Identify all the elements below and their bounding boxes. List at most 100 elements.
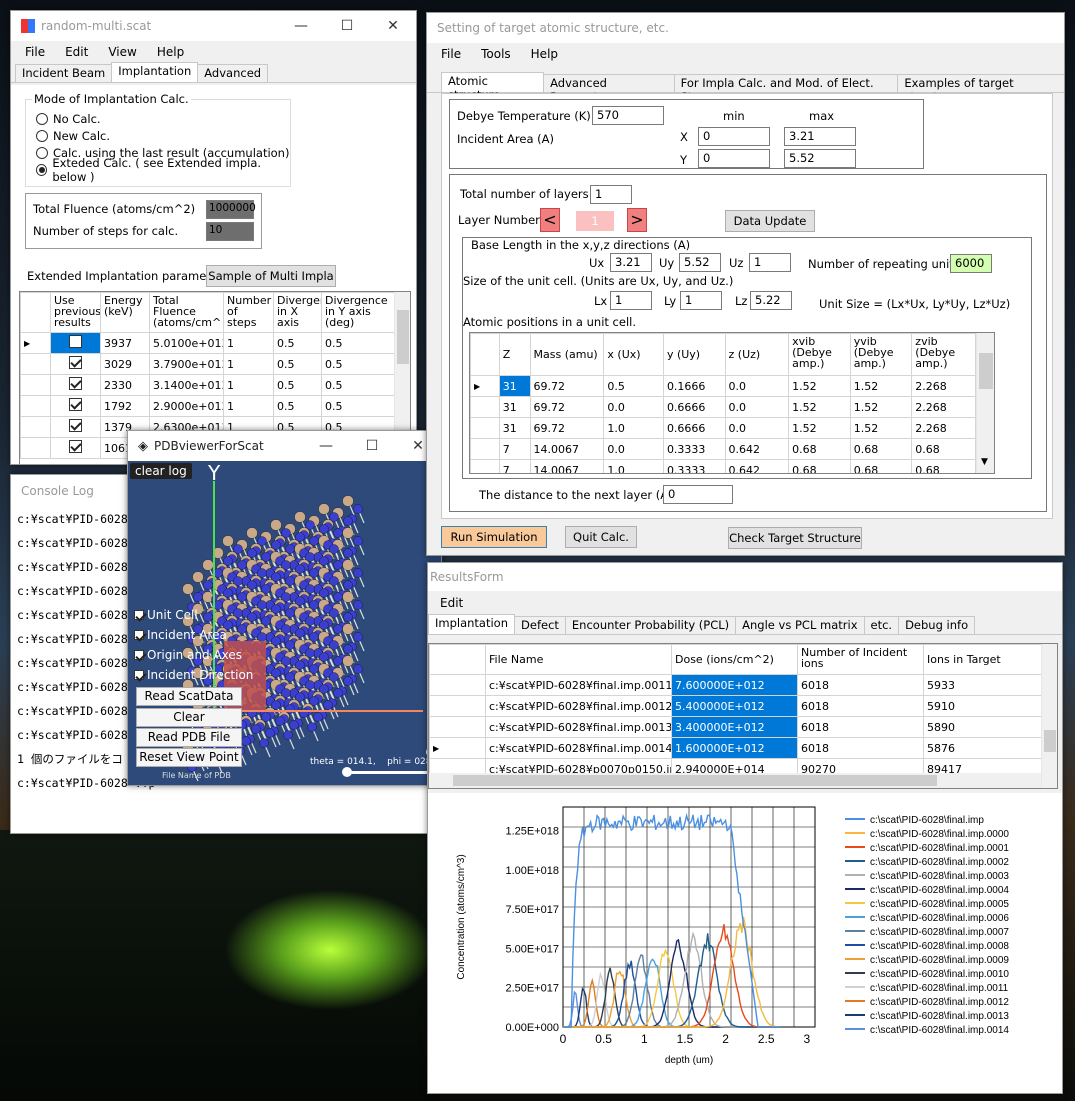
atoms-scrollbar[interactable]: ▼ — [976, 333, 994, 473]
row-header[interactable]: ▶ — [429, 737, 486, 759]
checkbox[interactable] — [134, 610, 144, 620]
maximize-icon[interactable]: ☐ — [349, 438, 395, 454]
check-incident-direction[interactable]: Incident Direction — [134, 665, 253, 685]
atom-cell[interactable]: 0.3333 — [662, 438, 726, 460]
quit-calc-button[interactable]: Quit Calc. — [565, 526, 637, 548]
result-cell[interactable]: 5933 — [923, 674, 1042, 696]
row-header[interactable] — [429, 674, 486, 696]
atom-cell[interactable]: 0.642 — [724, 438, 790, 460]
atom-cell[interactable]: 0.6666 — [662, 417, 726, 439]
ux-input[interactable]: 3.21 — [610, 253, 652, 272]
result-cell[interactable]: 7.600000E+012 — [671, 674, 798, 696]
menu-help[interactable]: Help — [147, 45, 194, 59]
tab-impla-calc[interactable]: For Impla Calc. and Mod. of Elect. Stop. — [673, 74, 899, 104]
atom-cell[interactable]: 1.0 — [603, 417, 664, 439]
col-ions-target[interactable]: Ions in Target — [923, 644, 1042, 675]
col-div-x[interactable]: Divergen in X axis — [273, 292, 322, 333]
atom-cell[interactable]: 1.52 — [788, 375, 851, 397]
col-y[interactable]: y (Uy) — [662, 333, 726, 376]
atom-cell[interactable]: 14.0067 — [529, 438, 605, 460]
reset-view-button[interactable]: Reset View Point — [136, 748, 242, 767]
menu-file[interactable]: File — [431, 47, 471, 61]
atom-cell[interactable]: 0.68 — [849, 438, 913, 460]
tab-incident-beam[interactable]: Incident Beam — [15, 64, 113, 82]
horizontal-slider[interactable] — [344, 771, 436, 774]
cell-fluence[interactable]: 5.0100e+013 — [149, 332, 224, 354]
steps-input[interactable]: 10 — [206, 222, 254, 241]
atom-cell[interactable]: 14.0067 — [529, 459, 605, 473]
col-div-y[interactable]: Divergence in Y axis (deg) — [321, 292, 399, 333]
check-incident-area[interactable]: Incident Area — [134, 625, 253, 645]
atom-cell[interactable]: 0.0 — [724, 375, 790, 397]
atom-cell[interactable]: 7 — [498, 438, 531, 460]
table-row[interactable]: 3029 3.7900e+013 1 0.5 0.5 — [20, 353, 399, 375]
row-header[interactable] — [470, 438, 500, 460]
checkbox[interactable] — [134, 630, 144, 640]
result-row[interactable]: c:¥scat¥PID-6028¥final.imp.0012 5.400000E… — [429, 695, 1042, 717]
minimize-icon[interactable]: — — [303, 438, 349, 454]
atom-cell[interactable]: 2.268 — [911, 396, 976, 418]
scroll-down-icon[interactable]: ▼ — [981, 457, 988, 467]
cell-dx[interactable]: 0.5 — [273, 332, 322, 354]
checkbox[interactable] — [134, 650, 144, 660]
result-row[interactable]: c:¥scat¥PID-6028¥final.imp.0011 7.600000E… — [429, 674, 1042, 696]
menu-file[interactable]: File — [15, 45, 55, 59]
result-cell[interactable]: 6018 — [797, 674, 924, 696]
table-row[interactable]: ▶ 3937 5.0100e+013 1 0.5 0.5 — [20, 332, 399, 354]
cell-dy[interactable]: 0.5 — [321, 353, 399, 375]
col-steps[interactable]: Number of steps — [223, 292, 274, 333]
cell-steps[interactable]: 1 — [223, 332, 274, 354]
radio-new-calc[interactable]: New Calc. — [36, 127, 290, 144]
col-zvib[interactable]: zvib (Debye amp.) — [911, 333, 976, 376]
atom-cell[interactable]: 1.52 — [849, 396, 913, 418]
atom-cell[interactable]: 0.5 — [603, 375, 664, 397]
cell-dx[interactable]: 0.5 — [273, 374, 322, 396]
fluence-input[interactable]: 1000000 — [206, 200, 256, 219]
menu-help[interactable]: Help — [521, 47, 568, 61]
tab-debug[interactable]: Debug info — [898, 616, 976, 634]
row-header[interactable]: ▶ — [20, 332, 51, 354]
atom-cell[interactable]: 1.0 — [603, 459, 664, 473]
row-header[interactable] — [20, 353, 51, 375]
tab-implantation[interactable]: Implantation — [428, 614, 516, 634]
tab-advanced-params[interactable]: Advanced Parameters — [543, 74, 675, 104]
result-cell[interactable]: 6018 — [797, 737, 924, 759]
row-header[interactable]: ▶ — [470, 375, 500, 397]
use-previous-cell[interactable] — [50, 395, 101, 417]
results-titlebar[interactable]: ResultsForm — [428, 563, 1062, 591]
use-previous-checkbox[interactable] — [69, 335, 82, 348]
result-cell[interactable]: 1.600000E+012 — [671, 737, 798, 759]
atom-cell[interactable]: 1.52 — [849, 417, 913, 439]
cell-energy[interactable]: 3937 — [100, 332, 150, 354]
use-previous-checkbox[interactable] — [69, 419, 82, 432]
run-simulation-button[interactable]: Run Simulation — [441, 526, 547, 548]
cell-dy[interactable]: 0.5 — [321, 332, 399, 354]
atom-cell[interactable]: 0.0 — [603, 396, 664, 418]
result-cell[interactable]: c:¥scat¥PID-6028¥final.imp.0012 — [485, 695, 672, 717]
check-target-button[interactable]: Check Target Structure — [728, 527, 862, 549]
use-previous-cell[interactable] — [50, 437, 101, 459]
atom-cell[interactable]: 0.68 — [788, 459, 851, 473]
result-cell[interactable]: 3.400000E+012 — [671, 716, 798, 738]
atom-cell[interactable]: 0.68 — [849, 459, 913, 473]
atom-cell[interactable]: 7 — [498, 459, 531, 473]
cell-steps[interactable]: 1 — [223, 395, 274, 417]
atom-cell[interactable]: 1.52 — [788, 417, 851, 439]
tab-encounter[interactable]: Encounter Probability (PCL) — [564, 616, 737, 634]
debye-input[interactable]: 570 — [592, 106, 664, 125]
atom-row[interactable]: ▶ 31 69.72 0.5 0.1666 0.0 1.52 1.52 2.268 — [470, 375, 976, 397]
atom-cell[interactable]: 69.72 — [529, 396, 605, 418]
results-hscroll-thumb[interactable] — [453, 775, 937, 786]
results-hscroll[interactable] — [429, 773, 1041, 788]
use-previous-checkbox[interactable] — [69, 440, 82, 453]
layer-next-button[interactable]: > — [627, 208, 647, 232]
pdb-titlebar[interactable]: ◈ PDBviewerForScat — ☐ ✕ — [128, 431, 441, 461]
atom-cell[interactable]: 69.72 — [529, 417, 605, 439]
tab-angle-pcl[interactable]: Angle vs PCL matrix — [735, 616, 865, 634]
col-incident-ions[interactable]: Number of Incident ions — [797, 644, 924, 675]
data-update-button[interactable]: Data Update — [725, 210, 815, 232]
row-header[interactable] — [20, 395, 51, 417]
use-previous-cell[interactable] — [50, 332, 101, 354]
row-header[interactable] — [470, 459, 500, 473]
atom-cell[interactable]: 0.68 — [911, 438, 976, 460]
